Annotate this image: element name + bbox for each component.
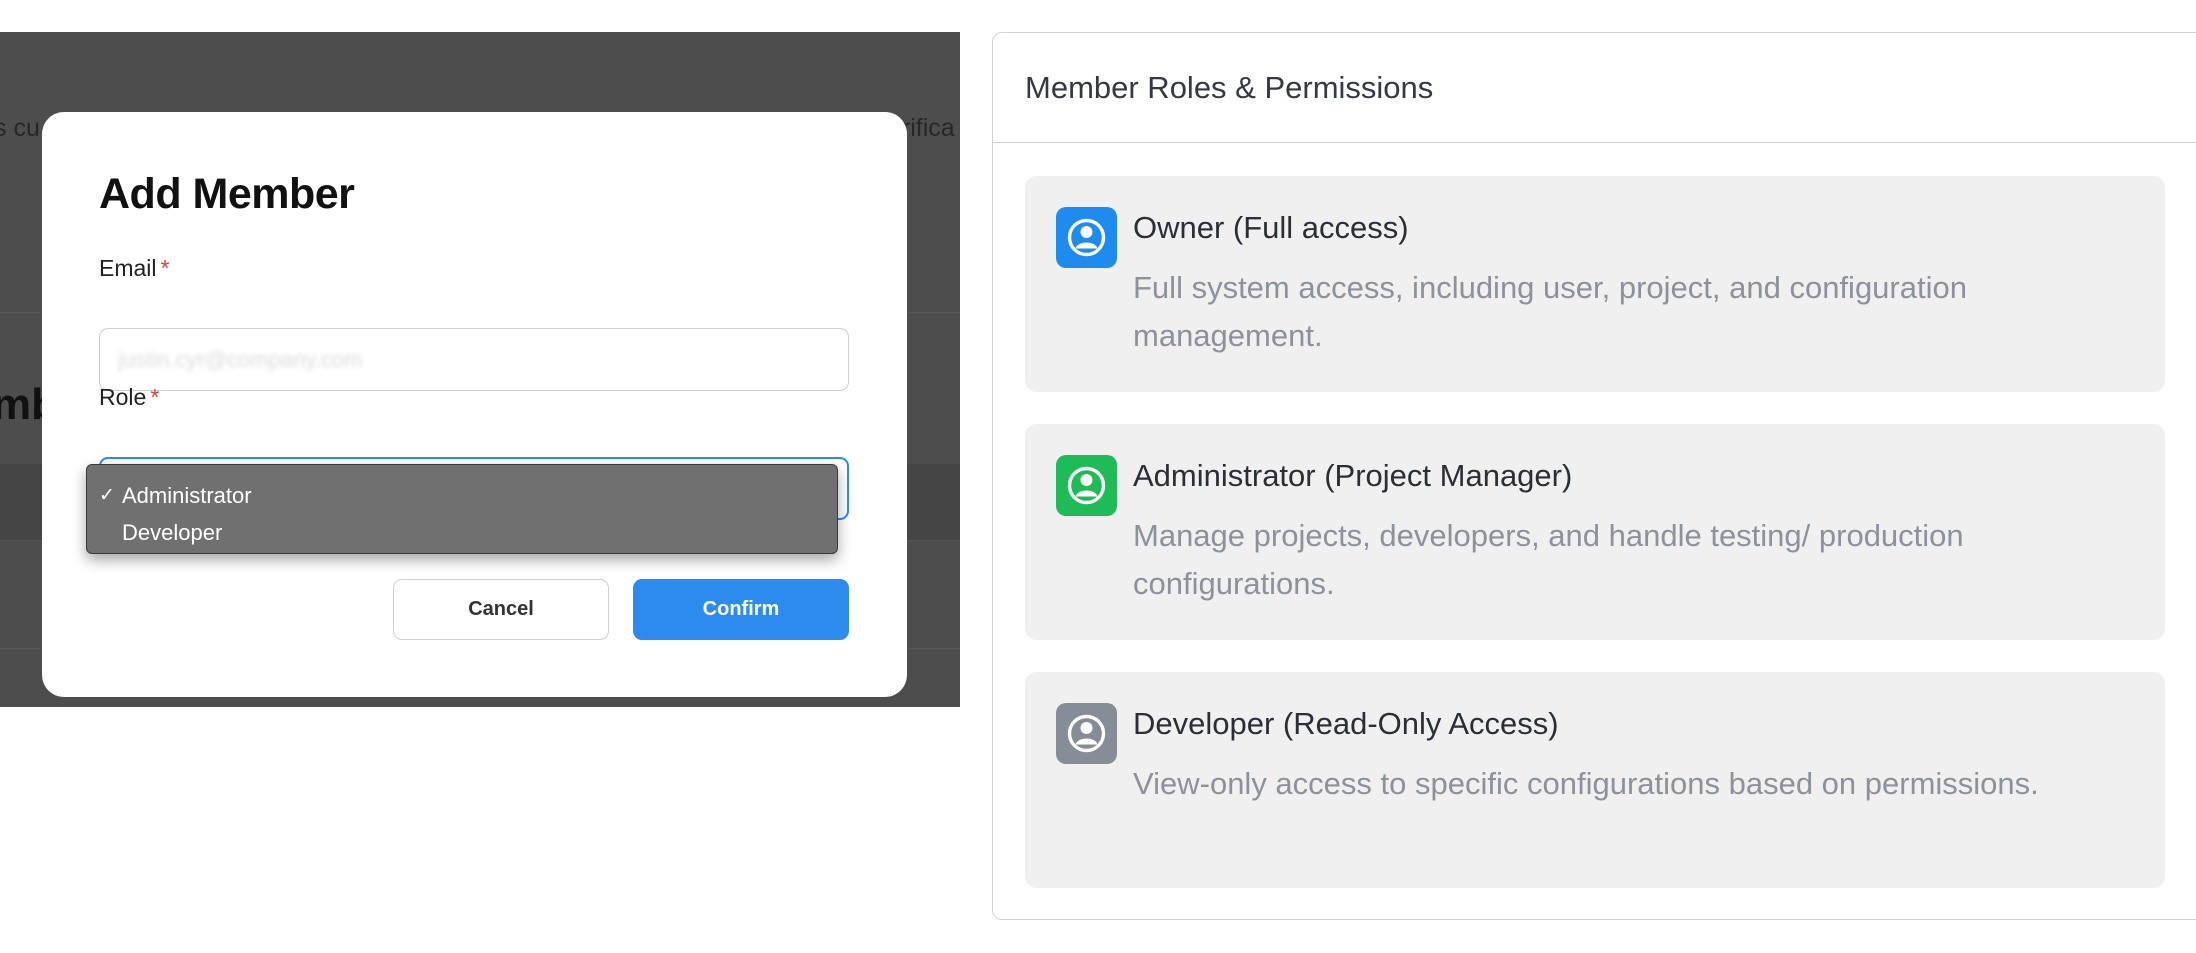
role-option-label: Administrator: [122, 483, 252, 508]
card-header: Member Roles & Permissions: [993, 33, 2196, 143]
email-field[interactable]: [99, 328, 849, 391]
required-marker: *: [160, 255, 170, 281]
role-card-owner: Owner (Full access) Full system access, …: [1025, 176, 2165, 392]
background-text-fragment: s cu: [0, 114, 40, 142]
required-marker: *: [150, 384, 160, 410]
cancel-button[interactable]: Cancel: [393, 579, 609, 640]
user-circle-icon: [1056, 455, 1117, 516]
email-label: Email *: [99, 255, 169, 282]
dialog-title: Add Member: [99, 170, 355, 218]
checkmark-icon: ✓: [99, 485, 115, 506]
role-description: Full system access, including user, proj…: [1133, 270, 1967, 353]
role-option-developer[interactable]: Developer: [87, 514, 837, 551]
user-circle-icon: [1056, 207, 1117, 268]
user-circle-icon: [1056, 703, 1117, 764]
role-description: Manage projects, developers, and handle …: [1133, 518, 1964, 601]
role-option-label: Developer: [122, 520, 223, 545]
role-label: Role *: [99, 384, 159, 411]
card-title: Member Roles & Permissions: [1025, 69, 1434, 105]
role-dropdown-menu: ✓ Administrator Developer: [86, 464, 838, 554]
role-name: Administrator (Project Manager): [1133, 458, 1573, 493]
confirm-button[interactable]: Confirm: [633, 579, 849, 640]
role-card-developer: Developer (Read-Only Access) View-only a…: [1025, 672, 2165, 888]
role-description: View-only access to specific configurati…: [1133, 766, 2039, 801]
role-name: Developer (Read-Only Access): [1133, 706, 1559, 741]
modal-backdrop[interactable]: s cu erifica mb Add Member Email* Role* …: [0, 32, 960, 707]
role-name: Owner (Full access): [1133, 210, 1409, 245]
role-label-text: Role: [99, 384, 147, 410]
role-option-administrator[interactable]: ✓ Administrator: [87, 477, 837, 514]
add-member-dialog: Add Member Email* Role* ✓ Administrator …: [42, 112, 907, 697]
email-label-text: Email: [99, 255, 157, 281]
roles-permissions-card: Member Roles & Permissions Owner (Full a…: [992, 32, 2196, 920]
role-card-administrator: Administrator (Project Manager) Manage p…: [1025, 424, 2165, 640]
